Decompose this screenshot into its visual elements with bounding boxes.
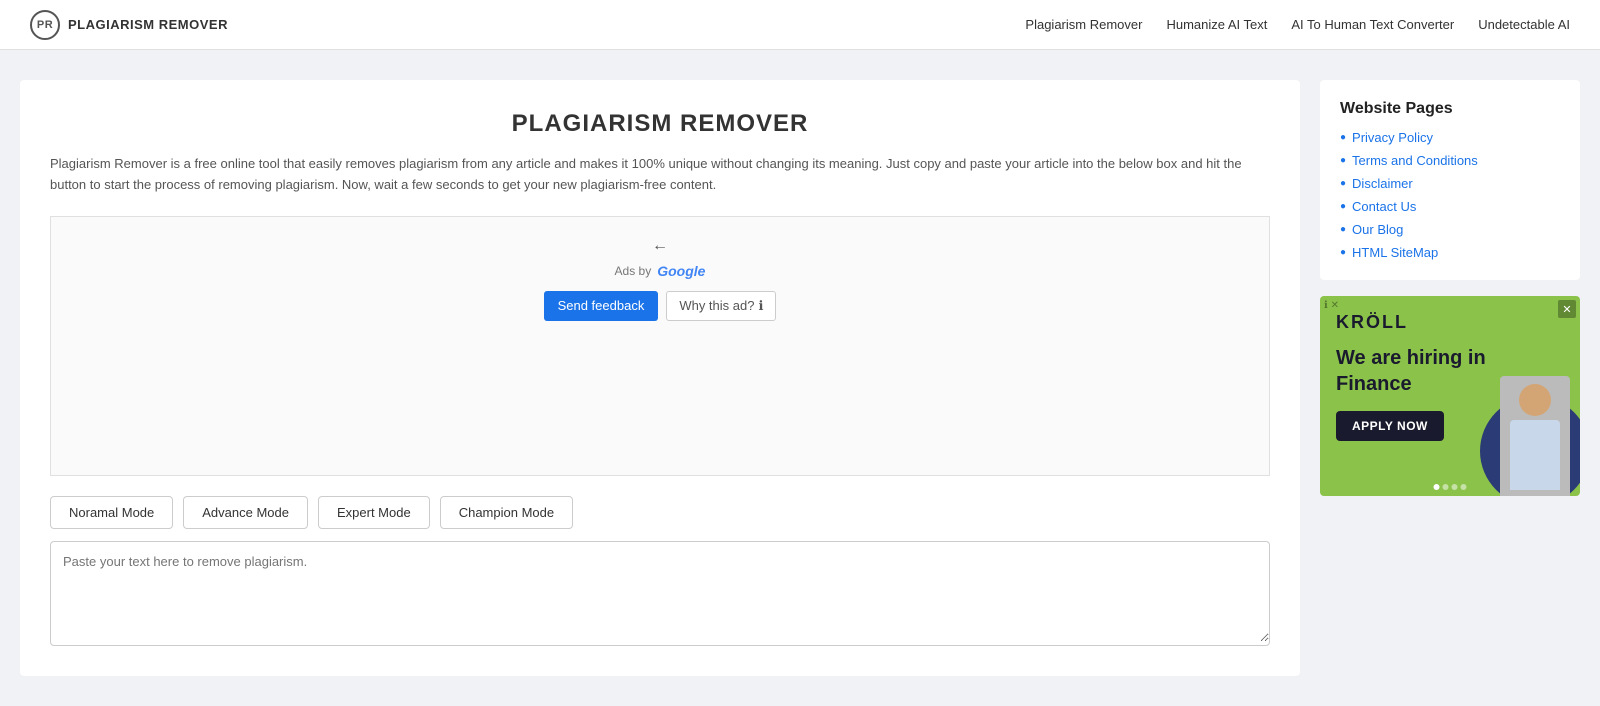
link-privacy-policy[interactable]: Privacy Policy — [1352, 130, 1433, 145]
header: PR PLAGIARISM REMOVER Plagiarism Remover… — [0, 0, 1600, 50]
ad-header: Ads by Google — [71, 263, 1249, 279]
info-icon: ℹ — [758, 298, 763, 314]
page-description: Plagiarism Remover is a free online tool… — [50, 154, 1270, 196]
nav-humanize-ai[interactable]: Humanize AI Text — [1166, 17, 1267, 32]
ads-by-label: Ads by — [615, 264, 652, 278]
ad-carousel-dots — [1434, 484, 1467, 490]
sidebar-ad-cta-button[interactable]: APPLY NOW — [1336, 411, 1444, 441]
main-nav: Plagiarism Remover Humanize AI Text AI T… — [1025, 17, 1570, 32]
tab-champion-mode[interactable]: Champion Mode — [440, 496, 573, 529]
link-sitemap[interactable]: HTML SiteMap — [1352, 245, 1438, 260]
list-item: Our Blog — [1340, 222, 1560, 237]
ad-dot — [1452, 484, 1458, 490]
list-item: Privacy Policy — [1340, 130, 1560, 145]
ad-dot — [1434, 484, 1440, 490]
nav-undetectable[interactable]: Undetectable AI — [1478, 17, 1570, 32]
list-item: Terms and Conditions — [1340, 153, 1560, 168]
sidebar: Website Pages Privacy Policy Terms and C… — [1320, 80, 1580, 676]
why-ad-button[interactable]: Why this ad? ℹ — [666, 291, 776, 321]
sidebar-ad-close-button[interactable]: ✕ — [1558, 300, 1576, 318]
ad-buttons: Send feedback Why this ad? ℹ — [71, 291, 1249, 321]
back-arrow[interactable]: ← — [652, 237, 668, 255]
person-body — [1510, 420, 1560, 490]
list-item: Contact Us — [1340, 199, 1560, 214]
tab-advance-mode[interactable]: Advance Mode — [183, 496, 308, 529]
tab-expert-mode[interactable]: Expert Mode — [318, 496, 430, 529]
ad-info-icon: ℹ ✕ — [1324, 300, 1339, 311]
text-area-wrapper — [50, 541, 1270, 646]
logo-icon: PR — [30, 10, 60, 40]
tab-normal-mode[interactable]: Noramal Mode — [50, 496, 173, 529]
page-title: PLAGIARISM REMOVER — [50, 110, 1270, 138]
sidebar-links: Privacy Policy Terms and Conditions Disc… — [1340, 130, 1560, 260]
link-contact[interactable]: Contact Us — [1352, 199, 1416, 214]
list-item: HTML SiteMap — [1340, 245, 1560, 260]
nav-plagiarism-remover[interactable]: Plagiarism Remover — [1025, 17, 1142, 32]
logo: PR PLAGIARISM REMOVER — [30, 10, 228, 40]
person-head — [1519, 384, 1551, 416]
sidebar-ad-logo: KRÖLL — [1336, 312, 1564, 333]
ad-dot — [1443, 484, 1449, 490]
page-wrapper: PLAGIARISM REMOVER Plagiarism Remover is… — [0, 50, 1600, 706]
ad-person-image — [1500, 376, 1570, 496]
sidebar-ad: ℹ ✕ ✕ KRÖLL We are hiring in Finance APP… — [1320, 296, 1580, 496]
link-blog[interactable]: Our Blog — [1352, 222, 1403, 237]
nav-ai-to-human[interactable]: AI To Human Text Converter — [1291, 17, 1454, 32]
text-input[interactable] — [51, 542, 1269, 642]
list-item: Disclaimer — [1340, 176, 1560, 191]
ad-dot — [1461, 484, 1467, 490]
brand-name: PLAGIARISM REMOVER — [68, 17, 228, 32]
main-content: PLAGIARISM REMOVER Plagiarism Remover is… — [20, 80, 1300, 676]
send-feedback-button[interactable]: Send feedback — [544, 291, 659, 321]
ad-container: ← Ads by Google Send feedback Why this a… — [50, 216, 1270, 476]
website-pages-card: Website Pages Privacy Policy Terms and C… — [1320, 80, 1580, 280]
google-label: Google — [657, 263, 705, 279]
link-terms[interactable]: Terms and Conditions — [1352, 153, 1478, 168]
mode-tabs: Noramal Mode Advance Mode Expert Mode Ch… — [50, 496, 1270, 529]
sidebar-pages-title: Website Pages — [1340, 100, 1560, 118]
link-disclaimer[interactable]: Disclaimer — [1352, 176, 1413, 191]
